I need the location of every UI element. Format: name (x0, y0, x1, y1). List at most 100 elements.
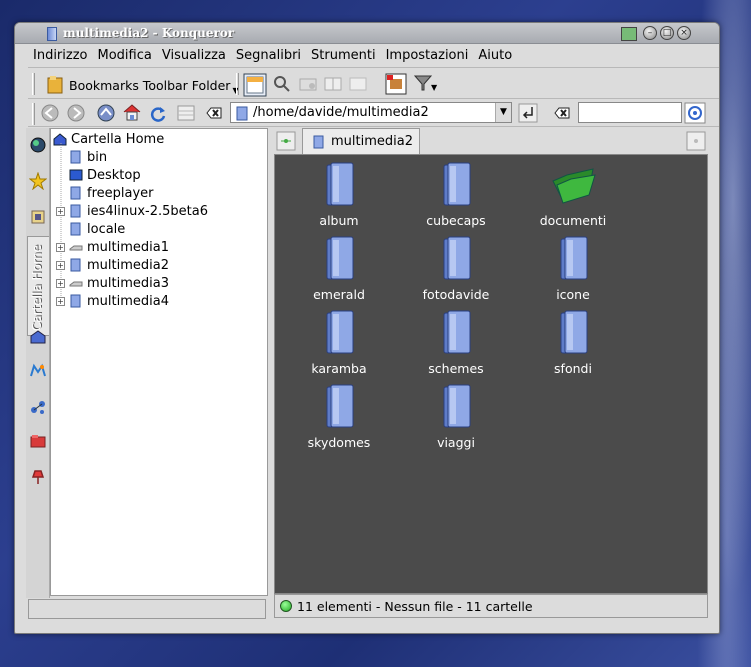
folder-item[interactable]: schemes (406, 309, 506, 376)
toolbar-grip-2[interactable] (32, 103, 35, 125)
maximize-button[interactable]: □ (660, 26, 674, 40)
tree-item[interactable]: bin (69, 148, 107, 166)
folder-item[interactable]: emerald (289, 235, 389, 302)
reload-icon[interactable] (148, 103, 168, 123)
tree-expander[interactable]: + (56, 297, 65, 306)
go-icon[interactable] (518, 103, 538, 123)
folder-icon (326, 384, 354, 428)
menu-impostazioni[interactable]: Impostazioni (381, 48, 474, 63)
history-icon (31, 210, 45, 224)
close-button[interactable]: × (677, 26, 691, 40)
drive-icon (69, 281, 83, 287)
sidebar-tab-sidebar-config[interactable] (28, 464, 48, 490)
folder-icon (326, 162, 354, 206)
blue-folder-icon (30, 330, 46, 344)
sidebar-tab-bookmarks[interactable] (28, 168, 48, 194)
bookmark-folder-icon (47, 76, 63, 94)
home-icon[interactable] (122, 102, 142, 122)
split-horizontal-icon[interactable] (348, 74, 368, 94)
folder-item-label: icone (556, 287, 590, 302)
split-vertical-icon[interactable] (323, 74, 343, 94)
minimize-button[interactable]: – (643, 26, 657, 40)
folder-icon (70, 204, 81, 218)
menu-bar: Indirizzo Modifica Visualizza Segnalibri… (28, 44, 719, 68)
tree-item[interactable]: Desktop (69, 166, 141, 184)
folder-item[interactable]: sfondi (523, 309, 623, 376)
back-icon[interactable] (40, 103, 60, 123)
location-bar[interactable]: /home/davide/multimedia2 ▼ (230, 102, 512, 123)
tree-item[interactable]: multimedia2 (69, 256, 169, 274)
tree-item[interactable]: locale (69, 220, 125, 238)
folder-item[interactable]: fotodavide (406, 235, 506, 302)
folder-icon (313, 135, 324, 148)
folder-icon (326, 236, 354, 280)
sidebar-tab-home[interactable]: Cartella Home (27, 236, 49, 336)
folder-item[interactable]: icone (523, 235, 623, 302)
tree-item[interactable]: multimedia1 (69, 238, 169, 256)
folder-icon (70, 222, 81, 236)
tree-expander[interactable]: + (56, 207, 65, 216)
search-input[interactable] (578, 102, 682, 123)
tree-item[interactable]: multimedia3 (69, 274, 169, 292)
tree-item[interactable]: freeplayer (69, 184, 154, 202)
new-tab-button-icon[interactable] (276, 131, 296, 151)
folder-icon (443, 310, 471, 354)
filter-icon[interactable] (413, 73, 433, 93)
sidebar-tab-history[interactable] (28, 204, 48, 230)
tree-item-label: locale (87, 221, 126, 237)
forward-icon[interactable] (66, 103, 86, 123)
new-tab-icon[interactable] (298, 74, 318, 94)
folder-item[interactable]: cubecaps (406, 161, 506, 228)
tree-item-label: multimedia3 (87, 275, 169, 291)
up-icon[interactable] (96, 103, 116, 123)
tree-item[interactable]: multimedia4 (69, 292, 169, 310)
bookmarks-toolbar: Bookmarks Toolbar Folder ▼ ▼ (28, 69, 719, 99)
tree-expander[interactable]: + (56, 279, 65, 288)
sidebar-tab-media[interactable] (28, 358, 48, 384)
sidebar-status (28, 599, 266, 619)
folder-item-label: karamba (311, 361, 367, 376)
menu-indirizzo[interactable]: Indirizzo (28, 48, 93, 63)
folder-icon (443, 236, 471, 280)
folder-item[interactable]: viaggi (406, 383, 506, 450)
folder-item[interactable]: album (289, 161, 389, 228)
folder-item[interactable]: documenti (523, 161, 623, 228)
bookmarks-folder-button[interactable]: Bookmarks Toolbar Folder ▼ (46, 75, 239, 95)
menu-strumenti[interactable]: Strumenti (306, 48, 381, 63)
clear-location-icon[interactable] (204, 103, 224, 123)
folder-item[interactable]: skydomes (289, 383, 389, 450)
folder-item-label: skydomes (307, 435, 371, 450)
close-tab-icon[interactable] (686, 131, 706, 151)
folder-icon (236, 106, 248, 121)
search-icon[interactable] (272, 74, 292, 94)
tree-item[interactable]: ies4linux-2.5beta6 (69, 202, 208, 220)
tree-item-label: ies4linux-2.5beta6 (87, 203, 208, 219)
search-engine-icon[interactable] (684, 102, 706, 124)
view-mode-icon[interactable] (176, 103, 196, 123)
tree-expander[interactable]: + (56, 261, 65, 270)
image-gallery-icon[interactable] (384, 72, 408, 96)
split-view-icon[interactable] (243, 73, 267, 97)
clear-search-icon[interactable] (552, 103, 572, 123)
toolbar-grip[interactable] (32, 73, 35, 95)
menu-segnalibri[interactable]: Segnalibri (231, 48, 306, 63)
menu-modifica[interactable]: Modifica (93, 48, 157, 63)
menu-visualizza[interactable]: Visualizza (157, 48, 231, 63)
sidebar-tab-strip: Cartella Home (26, 128, 50, 598)
tree-expander[interactable]: + (56, 243, 65, 252)
view-tab-bar: multimedia2 (274, 128, 708, 154)
view-tab[interactable]: multimedia2 (302, 128, 420, 154)
window-menu-icon[interactable] (621, 27, 637, 41)
menu-aiuto[interactable]: Aiuto (473, 48, 517, 63)
sidebar-tab-metabar[interactable] (28, 132, 48, 158)
folder-item[interactable]: karamba (289, 309, 389, 376)
filter-dropdown-icon[interactable]: ▼ (431, 83, 437, 92)
tree-item-label: bin (87, 149, 108, 165)
red-folder-icon (30, 435, 46, 448)
location-dropdown[interactable]: ▼ (495, 103, 511, 122)
sidebar-tab-services[interactable] (28, 428, 48, 454)
title-bar[interactable]: multimedia2 - Konqueror – □ × (15, 23, 719, 44)
folder-item-label: viaggi (437, 435, 475, 450)
sidebar-tab-network[interactable] (28, 394, 48, 420)
sidebar-tab-folder[interactable] (28, 324, 48, 350)
